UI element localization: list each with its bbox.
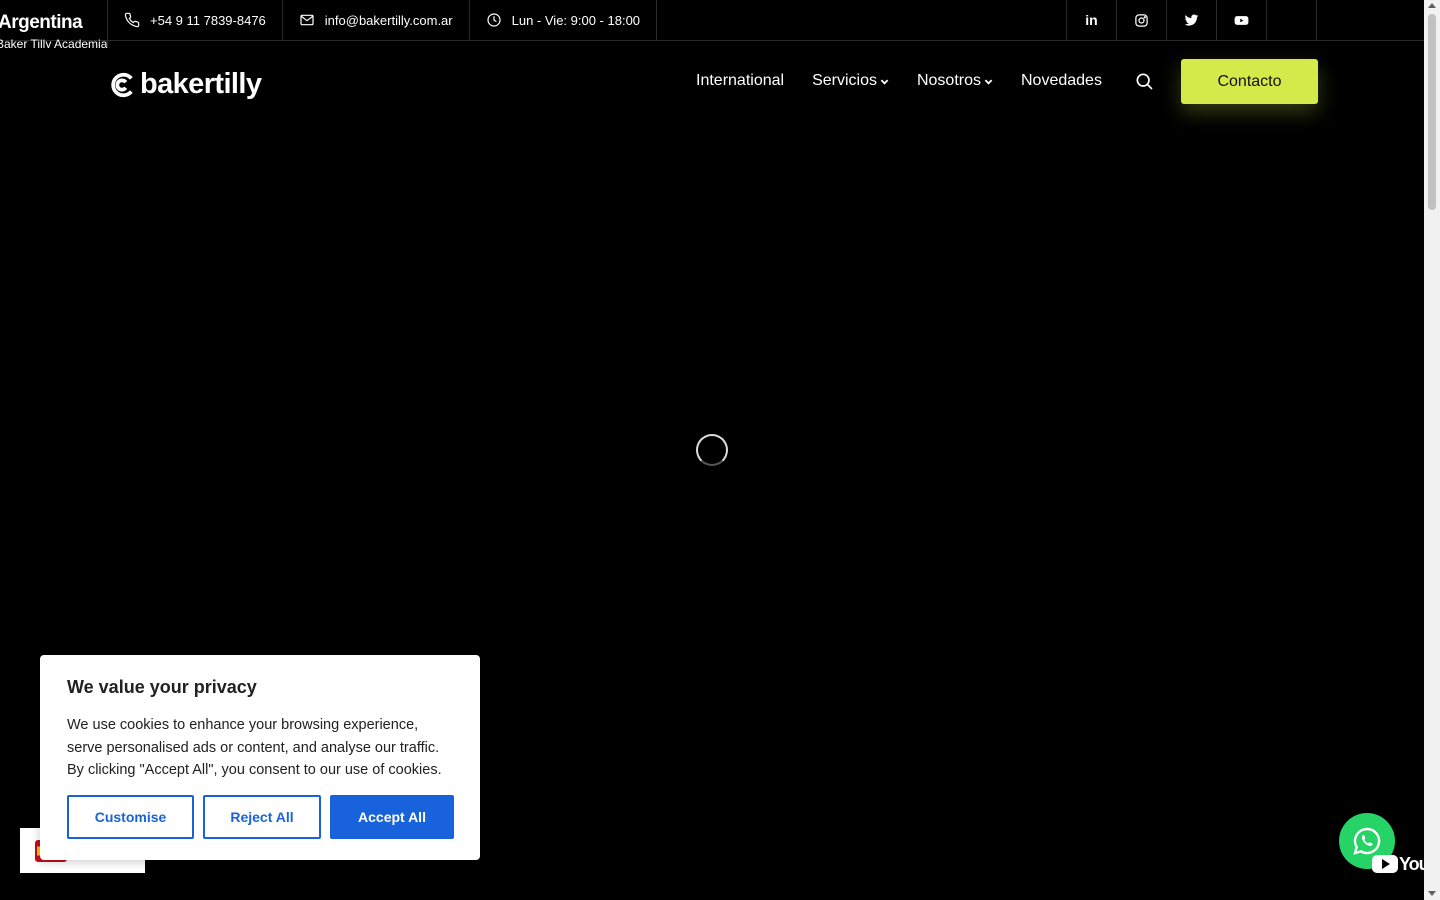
nav-label: International — [696, 72, 785, 89]
mail-icon — [300, 14, 314, 26]
top-bar: Argentina Baker Tilly Academia +54 9 11 … — [0, 0, 1424, 48]
phone-icon — [124, 12, 140, 28]
logo-text: bakertilly — [140, 68, 262, 100]
youtube-link[interactable] — [1217, 0, 1267, 40]
region-selector[interactable]: Argentina Baker Tilly Academia — [0, 0, 108, 48]
scroll-up-icon[interactable] — [1428, 3, 1436, 8]
reject-all-button[interactable]: Reject All — [203, 795, 321, 839]
youtube-play-icon — [1372, 855, 1398, 873]
nav-servicios[interactable]: Servicios — [812, 72, 889, 90]
academia-link[interactable]: Baker Tilly Academia — [0, 37, 107, 48]
email-link[interactable]: info@bakertilly.com.ar — [283, 0, 470, 40]
loading-spinner — [696, 434, 728, 466]
chevron-down-icon — [984, 79, 993, 85]
twitter-icon — [1184, 14, 1199, 26]
phone-link[interactable]: +54 9 11 7839-8476 — [108, 0, 283, 40]
hours-text: Lun - Vie: 9:00 - 18:00 — [511, 12, 641, 28]
clock-icon — [487, 13, 501, 27]
youtube-badge-text: YouTube — [1399, 853, 1424, 874]
accept-all-button[interactable]: Accept All — [330, 795, 454, 839]
contact-info: +54 9 11 7839-8476 info@bakertilly.com.a… — [108, 0, 658, 40]
customise-button[interactable]: Customise — [67, 795, 194, 839]
nav-novedades[interactable]: Novedades — [1021, 72, 1102, 90]
country-label: Argentina — [0, 12, 83, 33]
cookie-actions: Customise Reject All Accept All — [67, 795, 454, 839]
linkedin-link[interactable]: in — [1067, 0, 1117, 40]
cookie-text: We use cookies to enhance your browsing … — [67, 717, 442, 778]
chevron-down-icon — [880, 79, 889, 85]
bakertilly-logo[interactable]: bakertilly — [108, 60, 262, 100]
nav-label: Novedades — [1021, 72, 1102, 89]
search-icon[interactable] — [1134, 71, 1154, 91]
cookie-banner: We value your privacy We use cookies to … — [40, 655, 480, 860]
logo-mark-icon — [111, 72, 133, 98]
youtube-badge[interactable]: YouTube — [1372, 852, 1424, 876]
youtube-icon — [1234, 15, 1249, 25]
contacto-button[interactable]: Contacto — [1181, 59, 1318, 104]
twitter-link[interactable] — [1167, 0, 1217, 40]
phone-number: +54 9 11 7839-8476 — [150, 12, 266, 28]
nav-label: Nosotros — [916, 72, 981, 89]
page-scrollbar[interactable] — [1424, 0, 1440, 900]
nav-nosotros[interactable]: Nosotros — [917, 72, 993, 90]
scroll-down-icon[interactable] — [1428, 891, 1436, 896]
nav-label: Servicios — [812, 72, 877, 89]
nav-international[interactable]: International — [696, 72, 784, 90]
scrollbar-thumb[interactable] — [1428, 14, 1436, 210]
linkedin-icon: in — [1085, 12, 1098, 28]
instagram-icon — [1135, 13, 1148, 27]
social-links: in — [1066, 0, 1317, 40]
tiktok-link[interactable] — [1267, 0, 1317, 40]
cookie-title: We value your privacy — [67, 677, 257, 697]
main-nav: International Servicios Nosotros Novedad… — [696, 70, 1130, 92]
instagram-link[interactable] — [1117, 0, 1167, 40]
office-hours: Lun - Vie: 9:00 - 18:00 — [470, 0, 658, 40]
email-address: info@bakertilly.com.ar — [324, 12, 453, 28]
